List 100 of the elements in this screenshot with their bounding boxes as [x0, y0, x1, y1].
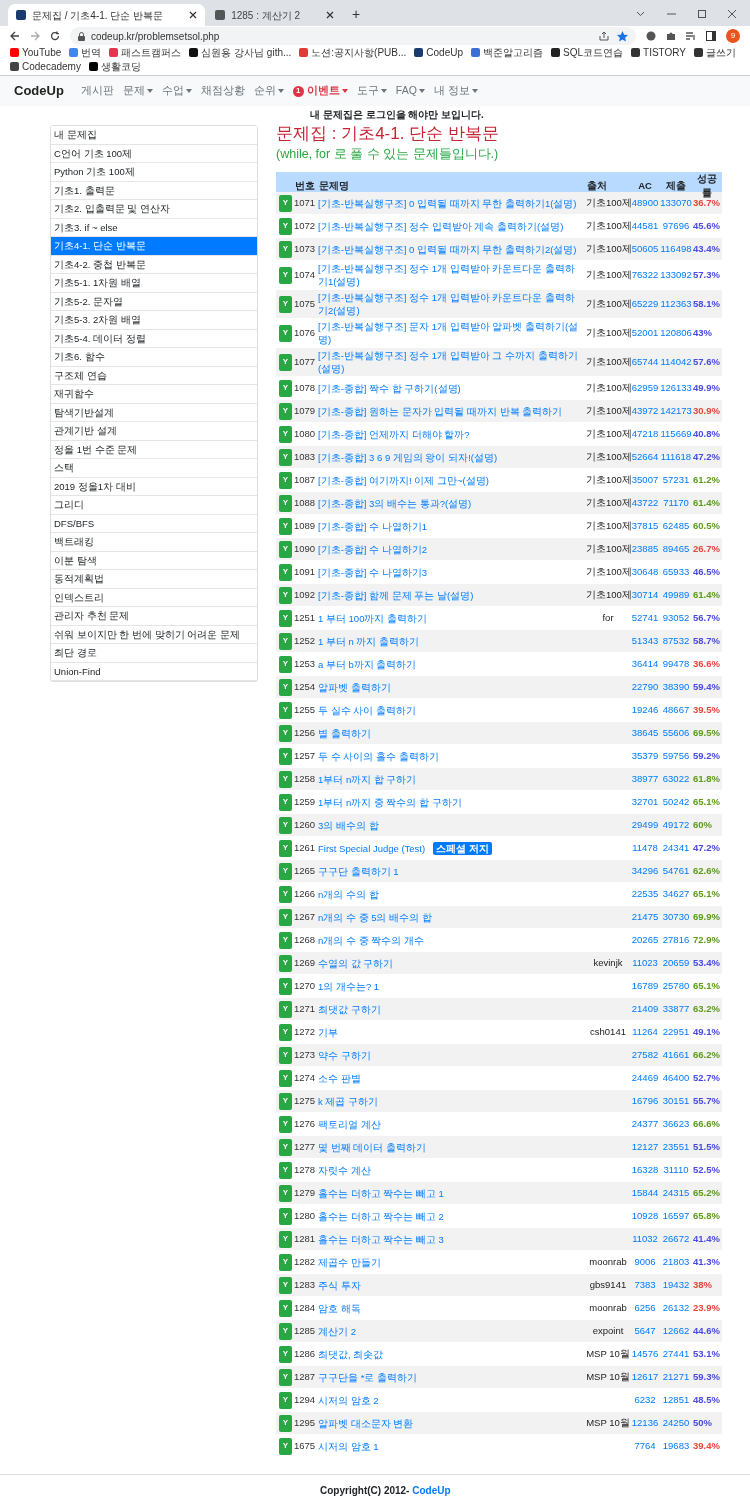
problem-link[interactable]: [기초-반복실행구조] 0 입력될 때까지 무한 출력하기2(설명)	[318, 242, 577, 256]
submit-link[interactable]: 99478	[660, 656, 692, 672]
submit-link[interactable]: 24315	[660, 1185, 692, 1201]
submit-link[interactable]: 46400	[660, 1070, 692, 1086]
problem-link[interactable]: [기초-반복실행구조] 정수 1개 입력받아 카운트다운 출력하기2(설명)	[318, 291, 584, 317]
ac-link[interactable]: 16796	[630, 1093, 660, 1109]
sidebar-item[interactable]: 내 문제집	[51, 126, 257, 145]
problem-link[interactable]: [기초-종합] 짝수 합 구하기(설명)	[318, 381, 461, 395]
ac-link[interactable]: 14576	[630, 1346, 660, 1362]
submit-link[interactable]: 120806	[660, 325, 692, 341]
close-icon[interactable]	[728, 10, 736, 18]
submit-link[interactable]: 26672	[660, 1231, 692, 1247]
ac-link[interactable]: 21409	[630, 1001, 660, 1017]
submit-link[interactable]: 111618	[660, 449, 692, 465]
problem-link[interactable]: 3의 배수의 합	[318, 818, 379, 832]
ac-link[interactable]: 36414	[630, 656, 660, 672]
submit-link[interactable]: 20659	[660, 955, 692, 971]
ac-link[interactable]: 9006	[630, 1254, 660, 1270]
problem-link[interactable]: [기초-종합] 원하는 문자가 입력될 때까지 반복 출력하기	[318, 404, 563, 418]
problem-link[interactable]: k 제곱 구하기	[318, 1094, 379, 1108]
nav-link[interactable]: 도구	[356, 83, 387, 99]
ac-link[interactable]: 43972	[630, 403, 660, 419]
ac-link[interactable]: 7383	[630, 1277, 660, 1293]
ac-link[interactable]: 11023	[630, 955, 660, 971]
problem-link[interactable]: 수열의 값 구하기	[318, 956, 394, 970]
ac-link[interactable]: 62959	[630, 380, 660, 396]
submit-link[interactable]: 24341	[660, 840, 692, 856]
ac-link[interactable]: 20265	[630, 932, 660, 948]
address-bar[interactable]: codeup.kr/problemsetsol.php	[70, 27, 636, 45]
problem-link[interactable]: a 부터 b까지 출력하기	[318, 657, 417, 671]
ac-link[interactable]: 51343	[630, 633, 660, 649]
submit-link[interactable]: 25780	[660, 978, 692, 994]
ac-link[interactable]: 65744	[630, 354, 660, 370]
submit-link[interactable]: 115669	[660, 426, 692, 442]
bookmark-link[interactable]: 번역	[69, 46, 102, 59]
submit-link[interactable]: 23551	[660, 1139, 692, 1155]
ac-link[interactable]: 11478	[630, 840, 660, 856]
problem-link[interactable]: 1의 개수는? 1	[318, 979, 380, 993]
nav-link[interactable]: 채점상황	[200, 83, 245, 99]
nav-link[interactable]: 내 정보	[433, 83, 478, 99]
problem-link[interactable]: 기부	[318, 1025, 338, 1039]
back-icon[interactable]	[10, 31, 20, 41]
submit-link[interactable]: 33877	[660, 1001, 692, 1017]
ac-link[interactable]: 38977	[630, 771, 660, 787]
bookmark-link[interactable]: 노션:공지사항(PUB...	[299, 46, 407, 59]
ac-link[interactable]: 35379	[630, 748, 660, 764]
submit-link[interactable]: 63022	[660, 771, 692, 787]
problem-link[interactable]: n개의 수 중 짝수의 개수	[318, 933, 424, 947]
problem-link[interactable]: [기초-종합] 수 나열하기3	[318, 565, 427, 579]
submit-link[interactable]: 142173	[660, 403, 692, 419]
ac-link[interactable]: 52001	[630, 325, 660, 341]
problem-link[interactable]: 구구단 출력하기 1	[318, 864, 399, 878]
ac-link[interactable]: 48900	[630, 195, 660, 211]
submit-link[interactable]: 41661	[660, 1047, 692, 1063]
reload-icon[interactable]	[50, 31, 60, 41]
submit-link[interactable]: 87532	[660, 633, 692, 649]
ac-link[interactable]: 6232	[630, 1392, 660, 1408]
submit-link[interactable]: 133092	[660, 267, 692, 283]
problem-link[interactable]: 팩토리얼 계산	[318, 1117, 381, 1131]
ac-link[interactable]: 27582	[630, 1047, 660, 1063]
bookmark-link[interactable]: 백준알고리즘	[471, 46, 544, 59]
problem-link[interactable]: [기초-종합] 함께 문제 푸는 날(설명)	[318, 588, 474, 602]
ac-link[interactable]: 12617	[630, 1369, 660, 1385]
ac-link[interactable]: 52664	[630, 449, 660, 465]
nav-link[interactable]: 순위	[253, 83, 284, 99]
submit-link[interactable]: 62485	[660, 518, 692, 534]
close-icon[interactable]	[326, 11, 335, 19]
ac-link[interactable]: 37815	[630, 518, 660, 534]
extension-icon[interactable]	[646, 31, 656, 41]
ac-link[interactable]: 24377	[630, 1116, 660, 1132]
nav-link[interactable]: 문제	[122, 83, 153, 99]
problem-link[interactable]: 몇 번째 데이터 출력하기	[318, 1140, 426, 1154]
share-icon[interactable]	[599, 31, 609, 41]
problem-link[interactable]: [기초-종합] 3의 배수는 통과?(설명)	[318, 496, 472, 510]
submit-link[interactable]: 30151	[660, 1093, 692, 1109]
browser-tab[interactable]: 문제집 / 기초4-1. 단순 반복문	[8, 4, 206, 26]
profile-avatar[interactable]: 9	[726, 29, 740, 43]
bookmark-link[interactable]: YouTube	[10, 46, 62, 59]
ac-link[interactable]: 44581	[630, 218, 660, 234]
ac-link[interactable]: 6256	[630, 1300, 660, 1316]
problem-link[interactable]: [기초-반복실행구조] 0 입력될 때까지 무한 출력하기1(설명)	[318, 196, 577, 210]
problem-link[interactable]: [기초-반복실행구조] 문자 1개 입력받아 알파벳 출력하기(설명)	[318, 320, 584, 346]
ac-link[interactable]: 34296	[630, 863, 660, 879]
ac-link[interactable]: 35007	[630, 472, 660, 488]
problem-link[interactable]: 시저의 암호 1	[318, 1439, 379, 1453]
submit-link[interactable]: 71170	[660, 495, 692, 511]
ac-link[interactable]: 16328	[630, 1162, 660, 1178]
nav-link[interactable]: 게시판	[80, 83, 114, 99]
star-icon[interactable]	[617, 30, 628, 42]
problem-link[interactable]: 소수 판별	[318, 1071, 361, 1085]
nav-link[interactable]: 수업	[161, 83, 192, 99]
bookmark-link[interactable]: CodeUp	[414, 46, 464, 59]
submit-link[interactable]: 65933	[660, 564, 692, 580]
submit-link[interactable]: 49172	[660, 817, 692, 833]
submit-link[interactable]: 49989	[660, 587, 692, 603]
problem-link[interactable]: [기초-종합] 언제까지 더해야 할까?	[318, 427, 470, 441]
problem-link[interactable]: 주식 투자	[318, 1278, 361, 1292]
maximize-icon[interactable]	[698, 10, 706, 18]
problem-link[interactable]: 두 실수 사이 출력하기	[318, 703, 416, 717]
ac-link[interactable]: 12136	[630, 1415, 660, 1431]
